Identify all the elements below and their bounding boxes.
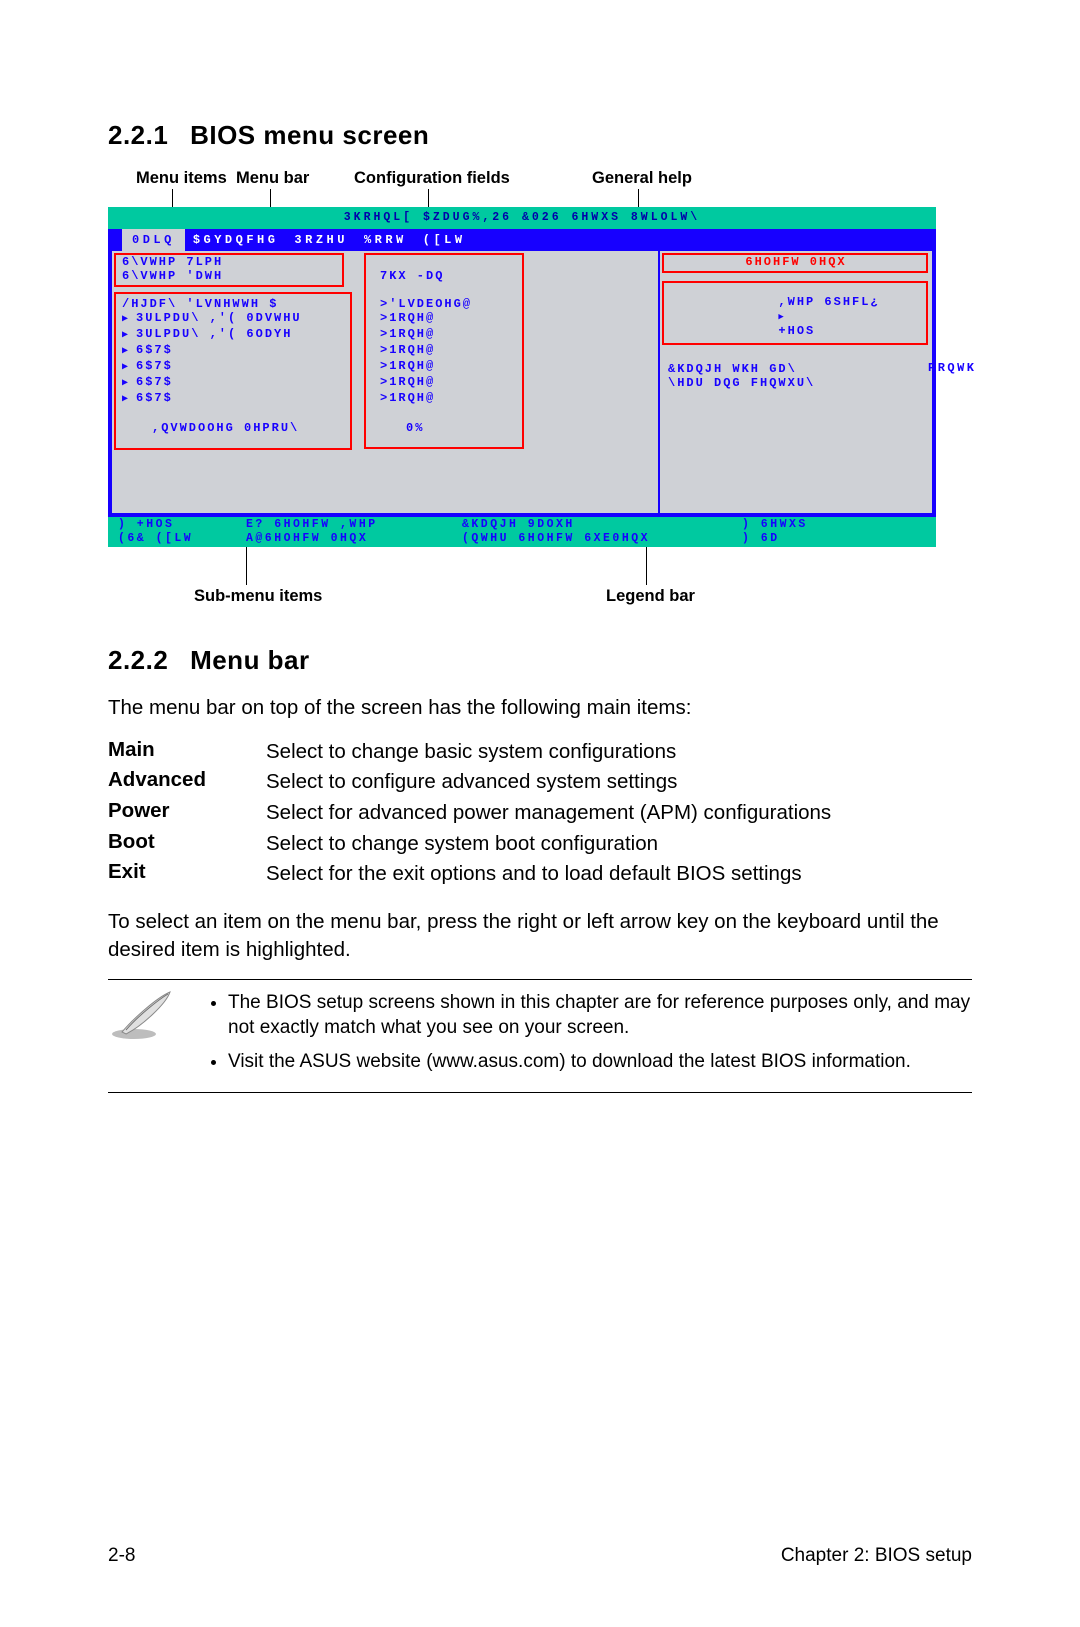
- menubar-intro: The menu bar on top of the screen has th…: [108, 694, 972, 722]
- chapter-title: Chapter 2: BIOS setup: [781, 1545, 972, 1567]
- anno-config-fields: Configuration fields: [354, 169, 510, 188]
- note-item: The BIOS setup screens shown in this cha…: [228, 990, 972, 1040]
- note-box: The BIOS setup screens shown in this cha…: [108, 979, 972, 1092]
- bios-right-pane: 6HOHFW 0HQX ,WHP 6SHFL¿ ▶ +HOS &KDQJH WK…: [660, 251, 932, 513]
- list-item[interactable]: 6$7$: [136, 391, 173, 405]
- page-number: 2-8: [108, 1545, 135, 1567]
- list-item: /HJDF\ 'LVNHWWH $: [122, 297, 278, 311]
- list-item: ,QVWDOOHG 0HPRU\: [152, 421, 299, 435]
- legend-save: ) 6D: [742, 532, 780, 546]
- triangle-icon: ▶: [122, 361, 136, 375]
- bios-title-bar: 3KRHQL[ $ZDUG%,26 &026 6HWXS 8WLOLW\: [108, 207, 936, 229]
- bios-menu-exit[interactable]: ([LW: [423, 229, 482, 251]
- legend-change-value: &KDQJH 9DOXH: [462, 518, 742, 532]
- list-item[interactable]: 6$7$: [136, 343, 173, 357]
- bios-menu-boot[interactable]: %RRW: [364, 229, 423, 251]
- bios-help-desc1: &KDQJH WKH GD\: [668, 362, 797, 376]
- section-222-heading: 2.2.2 Menu bar: [108, 645, 972, 676]
- def-term: Power: [108, 799, 266, 827]
- bios-help-right: +HOS: [778, 324, 815, 338]
- anno-menu-bar: Menu bar: [236, 169, 309, 188]
- note-item: Visit the ASUS website (www.asus.com) to…: [228, 1049, 972, 1074]
- section-222-number: 2.2.2: [108, 645, 168, 675]
- list-item: 6\VWHP 'DWH: [122, 269, 223, 283]
- def-desc: Select for the exit options and to load …: [266, 860, 972, 888]
- legend-select-item: E? 6HOHFW ,WHP: [246, 518, 462, 532]
- legend-setup: ) 6HWXS: [742, 518, 808, 532]
- pen-icon: [108, 990, 186, 1042]
- bios-menu-main[interactable]: 0DLQ: [122, 229, 185, 251]
- anno-menu-items: Menu items: [136, 169, 227, 188]
- menubar-def-list: MainSelect to change basic system config…: [108, 738, 972, 888]
- def-desc: Select to change basic system configurat…: [266, 738, 972, 766]
- section-221-title: BIOS menu screen: [190, 120, 429, 150]
- list-item[interactable]: 3ULPDU\ ,'( 0DVWHU: [136, 311, 302, 325]
- bios-select-menu: 6HOHFW 0HQX: [668, 255, 924, 269]
- legend-esc: (6& ([LW: [118, 532, 246, 546]
- triangle-icon: ▶: [122, 313, 136, 327]
- triangle-icon: ▶: [122, 393, 136, 407]
- triangle-icon: ▶: [122, 377, 136, 391]
- list-item[interactable]: 6$7$: [136, 375, 173, 389]
- section-222-title: Menu bar: [190, 645, 310, 675]
- triangle-icon: ▶: [122, 345, 136, 359]
- def-desc: Select for advanced power management (AP…: [266, 799, 972, 827]
- page-footer: 2-8 Chapter 2: BIOS setup: [108, 1545, 972, 1567]
- legend-f1: ) +HOS: [118, 518, 246, 532]
- bios-menu-advanced[interactable]: $GYDQFHG: [193, 229, 295, 251]
- def-term: Advanced: [108, 768, 266, 796]
- bios-menu-bar: 0DLQ $GYDQFHG 3RZHU %RRW ([LW: [108, 229, 936, 251]
- legend-enter: (QWHU 6HOHFW 6XE0HQX: [462, 532, 742, 546]
- section-221-number: 2.2.1: [108, 120, 168, 150]
- bios-screenshot: 3KRHQL[ $ZDUG%,26 &026 6HWXS 8WLOLW\ 0DL…: [108, 207, 936, 547]
- list-item[interactable]: 6$7$: [136, 359, 173, 373]
- anno-sub-menu-items: Sub-menu items: [194, 587, 322, 606]
- bios-help-left: ,WHP 6SHFL¿: [778, 295, 879, 309]
- def-desc: Select to change system boot configurati…: [266, 830, 972, 858]
- def-term: Main: [108, 738, 266, 766]
- def-desc: Select to configure advanced system sett…: [266, 768, 972, 796]
- bios-legend-bar: ) +HOS E? 6HOHFW ,WHP &KDQJH 9DOXH ) 6HW…: [108, 517, 936, 547]
- bios-help-desc2: \HDU DQG FHQWXU\: [668, 376, 815, 390]
- overflow-month: PRQWK: [928, 361, 977, 375]
- def-term: Exit: [108, 860, 266, 888]
- bios-left-pane: 6\VWHP 7LPH 6\VWHP 'DWH7KX -DQ /HJDF\ 'L…: [112, 251, 660, 513]
- section-221-heading: 2.2.1 BIOS menu screen: [108, 120, 972, 151]
- menubar-followup: To select an item on the menu bar, press…: [108, 908, 972, 963]
- list-item: 6\VWHP 7LPH: [122, 255, 223, 269]
- bios-menu-power[interactable]: 3RZHU: [294, 229, 364, 251]
- triangle-icon: ▶: [122, 329, 136, 343]
- anno-general-help: General help: [592, 169, 692, 188]
- anno-legend-bar: Legend bar: [606, 587, 695, 606]
- list-item[interactable]: 3ULPDU\ ,'( 6ODYH: [136, 327, 292, 341]
- def-term: Boot: [108, 830, 266, 858]
- legend-select-menu: A@6HOHFW 0HQX: [246, 532, 462, 546]
